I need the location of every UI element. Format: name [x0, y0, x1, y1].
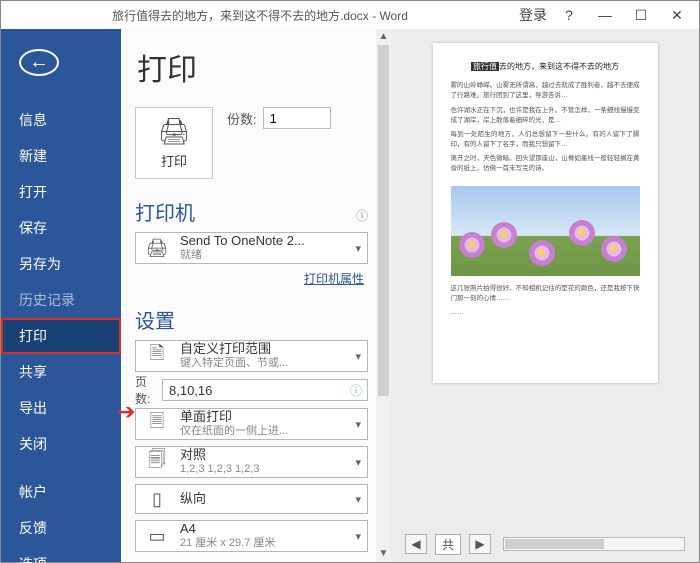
- settings-scrollbar[interactable]: ▲ ▼: [376, 29, 391, 562]
- portrait-icon: ▯: [142, 489, 172, 510]
- printer-device-icon: 🖨: [142, 238, 172, 259]
- maximize-button[interactable]: ☐: [623, 7, 659, 24]
- preview-caption: 这几张照片拍得很好。不知相机记住的是花的颜色，还是我按下快门那一刻的心情……: [451, 284, 640, 304]
- nav-feedback[interactable]: 反馈: [1, 510, 121, 546]
- back-button[interactable]: ←: [19, 49, 59, 76]
- printer-icon: 🖨: [157, 116, 190, 147]
- printer-section-heading: 打印机: [135, 197, 195, 226]
- paper-title: A4: [180, 521, 347, 537]
- login-link[interactable]: 登录: [515, 5, 551, 25]
- chevron-down-icon: ▾: [355, 418, 361, 431]
- preview-hscrollbar[interactable]: [503, 537, 685, 551]
- paper-sub: 21 厘米 x 29.7 厘米: [180, 537, 347, 551]
- preview-caption: ……: [451, 308, 640, 318]
- print-heading: 打印: [137, 45, 368, 89]
- nav-account[interactable]: 帐户: [1, 474, 121, 510]
- title-bar: 旅行值得去的地方，来到这不得不去的地方.docx - Word 登录 ? — ☐…: [1, 1, 699, 29]
- chevron-down-icon: ▾: [355, 242, 361, 255]
- print-preview: 旅行值去的地方，来到这不得不去的地方 雾的山岭峥嵘。山雾无所谓高，越过去就成了胜…: [391, 29, 699, 562]
- nav-share[interactable]: 共享: [1, 354, 121, 390]
- printer-name: Send To OneNote 2...: [180, 233, 347, 249]
- printer-dropdown[interactable]: 🖨 Send To OneNote 2... 就绪 ▾: [135, 232, 368, 264]
- chevron-down-icon: ▾: [355, 456, 361, 469]
- copies-input[interactable]: [263, 107, 331, 129]
- paper-size-dropdown[interactable]: ▭ A4 21 厘米 x 29.7 厘米 ▾: [135, 520, 368, 552]
- orientation-dropdown[interactable]: ▯ 纵向 ▾: [135, 484, 368, 514]
- pages-label: 页数:: [135, 373, 158, 407]
- preview-paragraph: 离开之时，天色微暗。回头望那座山，山脊如墨线一般轻轻搁在黄昏的纸上，仿佛一首未写…: [451, 154, 640, 174]
- copies-label: 份数:: [227, 109, 257, 128]
- paper-icon: ▭: [142, 526, 172, 547]
- settings-section-heading: 设置: [135, 305, 175, 334]
- print-range-sub: 键入特定页面、节或...: [180, 357, 347, 371]
- minimize-button[interactable]: —: [587, 7, 623, 23]
- document-title: 旅行值得去的地方，来到这不得不去的地方.docx - Word: [5, 7, 515, 24]
- preview-prev-button[interactable]: ◀: [405, 534, 427, 554]
- preview-title-rest: 去的地方，来到这不得不去的地方: [499, 62, 619, 71]
- preview-next-button[interactable]: ▶: [469, 534, 491, 554]
- single-side-icon: 🗏: [142, 409, 172, 439]
- collate-sub: 1,2,3 1,2,3 1,2,3: [180, 463, 347, 477]
- preview-page: 旅行值去的地方，来到这不得不去的地方 雾的山岭峥嵘。山雾无所谓高，越过去就成了胜…: [433, 43, 658, 383]
- preview-controls: ◀ 共 ▶: [405, 532, 685, 556]
- pages-info-icon[interactable]: ⓘ: [350, 382, 362, 399]
- nav-save[interactable]: 保存: [1, 210, 121, 246]
- preview-page-label: 共: [435, 534, 461, 555]
- preview-title: 旅行值去的地方，来到这不得不去的地方: [451, 61, 640, 73]
- print-range-title: 自定义打印范围: [180, 341, 347, 357]
- backstage-nav: ← 信息 新建 打开 保存 另存为 历史记录 打印 共享 导出 关闭 帐户 反馈…: [1, 29, 121, 562]
- nav-new[interactable]: 新建: [1, 138, 121, 174]
- preview-title-highlight: 旅行值: [471, 62, 499, 71]
- close-button[interactable]: ✕: [659, 7, 695, 24]
- scroll-thumb[interactable]: [378, 45, 389, 396]
- scroll-track[interactable]: [376, 45, 391, 546]
- print-button[interactable]: 🖨 打印: [135, 107, 213, 179]
- printer-status: 就绪: [180, 249, 347, 263]
- print-range-dropdown[interactable]: 🗎 自定义打印范围 键入特定页面、节或... ▾: [135, 340, 368, 372]
- printer-properties-link[interactable]: 打印机属性: [135, 270, 368, 287]
- print-button-label: 打印: [161, 151, 187, 170]
- print-panel: ➔ 打印 🖨 打印 份数: 打印机 ⓘ 🖨 Send To OneNo: [121, 29, 376, 562]
- preview-hscroll-thumb[interactable]: [505, 539, 604, 549]
- sides-sub: 仅在纸面的一侧上进...: [180, 425, 347, 439]
- orientation-title: 纵向: [180, 491, 347, 507]
- nav-export[interactable]: 导出: [1, 390, 121, 426]
- nav-open[interactable]: 打开: [1, 174, 121, 210]
- nav-options[interactable]: 选项: [1, 546, 121, 563]
- preview-paragraph: 也许湖水正在下沉，也许是我在上升。不管怎样，一条细线慢慢变成了湖岸，岸上散落着细…: [451, 106, 640, 126]
- backstage-main: ← 信息 新建 打开 保存 另存为 历史记录 打印 共享 导出 关闭 帐户 反馈…: [1, 29, 699, 562]
- collate-dropdown[interactable]: 🗐 对照 1,2,3 1,2,3 1,2,3 ▾: [135, 446, 368, 478]
- sides-title: 单面打印: [180, 409, 347, 425]
- word-backstage-print: 旅行值得去的地方，来到这不得不去的地方.docx - Word 登录 ? — ☐…: [0, 0, 700, 563]
- page-range-icon: 🗎: [142, 341, 172, 371]
- printer-info-icon[interactable]: ⓘ: [356, 207, 368, 224]
- pages-input[interactable]: [162, 379, 368, 401]
- nav-print[interactable]: 打印: [1, 318, 121, 354]
- preview-image: [451, 186, 640, 276]
- chevron-down-icon: ▾: [355, 493, 361, 506]
- chevron-down-icon: ▾: [355, 530, 361, 543]
- nav-info[interactable]: 信息: [1, 102, 121, 138]
- sides-dropdown[interactable]: 🗏 单面打印 仅在纸面的一侧上进... ▾: [135, 408, 368, 440]
- nav-saveas[interactable]: 另存为: [1, 246, 121, 282]
- back-arrow-icon: ←: [29, 51, 49, 74]
- scroll-down-icon[interactable]: ▼: [379, 546, 389, 562]
- chevron-down-icon: ▾: [355, 350, 361, 363]
- collate-title: 对照: [180, 447, 347, 463]
- preview-paragraph: 每到一处陌生的地方，人们总想留下一些什么。有的人留下了脚印，有的人留下了名字，而…: [451, 130, 640, 150]
- nav-close[interactable]: 关闭: [1, 426, 121, 462]
- nav-history: 历史记录: [1, 282, 121, 318]
- preview-paragraph: 雾的山岭峥嵘。山雾无所谓高，越过去就成了胜利者，越不去便成了行路难。旅行团到了这…: [451, 81, 640, 101]
- scroll-up-icon[interactable]: ▲: [379, 29, 389, 45]
- collate-icon: 🗐: [142, 447, 172, 477]
- help-button[interactable]: ?: [551, 7, 587, 23]
